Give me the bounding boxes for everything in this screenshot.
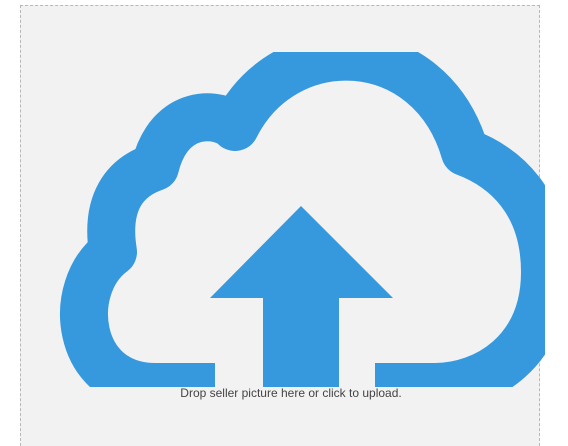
upload-hint-text: Drop seller picture here or click to upl… xyxy=(180,386,402,400)
cloud-upload-icon xyxy=(45,52,545,387)
picture-dropzone[interactable]: Drop seller picture here or click to upl… xyxy=(20,5,545,446)
